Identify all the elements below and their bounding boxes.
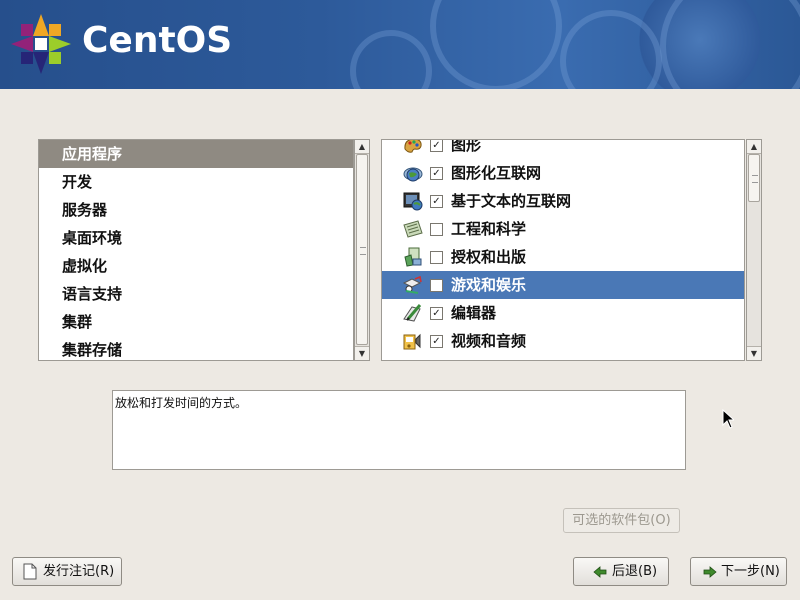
- package-checkbox[interactable]: [430, 223, 443, 236]
- package-group-row[interactable]: 授权和出版: [382, 243, 744, 271]
- package-group-row[interactable]: ✓ 视频和音频: [382, 327, 744, 355]
- package-group-label: 编辑器: [451, 304, 497, 322]
- description-box: 放松和打发时间的方式。: [112, 390, 686, 470]
- package-group-label: 图形: [451, 139, 482, 154]
- globe-internet-icon: [403, 167, 423, 182]
- category-item[interactable]: 开发: [39, 168, 353, 196]
- category-item[interactable]: 语言支持: [39, 280, 353, 308]
- header-banner: CentOS: [0, 0, 800, 89]
- package-group-label: 图形化互联网: [451, 164, 542, 182]
- package-group-label: 授权和出版: [451, 248, 527, 266]
- category-item[interactable]: 虚拟化: [39, 252, 353, 280]
- package-group-row[interactable]: ✓ 图形化互联网: [382, 159, 744, 187]
- optional-packages-button[interactable]: 可选的软件包(O): [563, 508, 680, 533]
- next-button[interactable]: 下一步(N): [690, 557, 787, 586]
- publishing-icon: [404, 247, 422, 267]
- category-item[interactable]: 服务器: [39, 196, 353, 224]
- games-icon: [402, 275, 422, 294]
- package-checkbox[interactable]: ✓: [430, 140, 443, 152]
- package-checkbox[interactable]: [430, 279, 443, 292]
- release-notes-label: 发行注记(R): [43, 564, 115, 579]
- package-scrollbar[interactable]: ▲ ▼: [746, 139, 762, 361]
- editor-pen-icon: [403, 304, 422, 322]
- package-checkbox[interactable]: ✓: [430, 167, 443, 180]
- package-checkbox[interactable]: ✓: [430, 195, 443, 208]
- category-item[interactable]: 桌面环境: [39, 224, 353, 252]
- arrow-right-icon: [703, 566, 717, 578]
- scroll-down-arrow-icon[interactable]: ▼: [747, 346, 761, 360]
- terminal-globe-icon: [403, 192, 423, 211]
- graphics-palette-icon: [404, 140, 422, 153]
- scroll-up-arrow-icon[interactable]: ▲: [355, 140, 369, 154]
- package-group-row[interactable]: 工程和科学: [382, 215, 744, 243]
- category-item[interactable]: 应用程序: [39, 140, 353, 168]
- scroll-thumb[interactable]: [356, 154, 368, 345]
- category-item[interactable]: 集群: [39, 308, 353, 336]
- calculator-icon: [403, 220, 423, 238]
- mouse-cursor-icon: [722, 409, 734, 429]
- category-item[interactable]: 集群存储: [39, 336, 353, 360]
- centos-logo-icon: [11, 14, 71, 74]
- package-checkbox[interactable]: ✓: [430, 307, 443, 320]
- package-group-label: 游戏和娱乐: [451, 276, 527, 294]
- package-group-label: 视频和音频: [451, 332, 527, 350]
- next-label: 下一步(N): [721, 564, 780, 579]
- arrow-left-icon: [593, 566, 607, 578]
- category-scrollbar[interactable]: ▲ ▼: [354, 139, 370, 361]
- package-group-label: 工程和科学: [451, 220, 527, 238]
- package-group-label: 基于文本的互联网: [451, 192, 572, 210]
- back-label: 后退(B): [612, 564, 658, 579]
- package-group-row[interactable]: ✓ 基于文本的互联网: [382, 187, 744, 215]
- package-checkbox[interactable]: [430, 251, 443, 264]
- package-group-list[interactable]: ✓ 图形 ✓ 图形化互联网 ✓ 基于文本的互联网 工程和科学授权和出版游戏和娱乐 ✓ 编辑器 ✓ 视…: [381, 139, 745, 361]
- document-icon: [23, 563, 37, 580]
- release-notes-button[interactable]: 发行注记(R): [12, 557, 122, 586]
- multimedia-icon: [403, 333, 421, 350]
- package-checkbox[interactable]: ✓: [430, 335, 443, 348]
- category-list[interactable]: 应用程序 开发 服务器 桌面环境 虚拟化 语言支持 集群 集群存储: [38, 139, 354, 361]
- back-button[interactable]: 后退(B): [573, 557, 669, 586]
- package-group-row[interactable]: 游戏和娱乐: [382, 271, 744, 299]
- scroll-thumb[interactable]: [748, 154, 760, 202]
- centos-logo-text: CentOS: [82, 20, 233, 61]
- scroll-up-arrow-icon[interactable]: ▲: [747, 140, 761, 154]
- scroll-down-arrow-icon[interactable]: ▼: [355, 346, 369, 360]
- package-group-row[interactable]: ✓ 图形: [382, 139, 744, 159]
- package-group-row[interactable]: ✓ 编辑器: [382, 299, 744, 327]
